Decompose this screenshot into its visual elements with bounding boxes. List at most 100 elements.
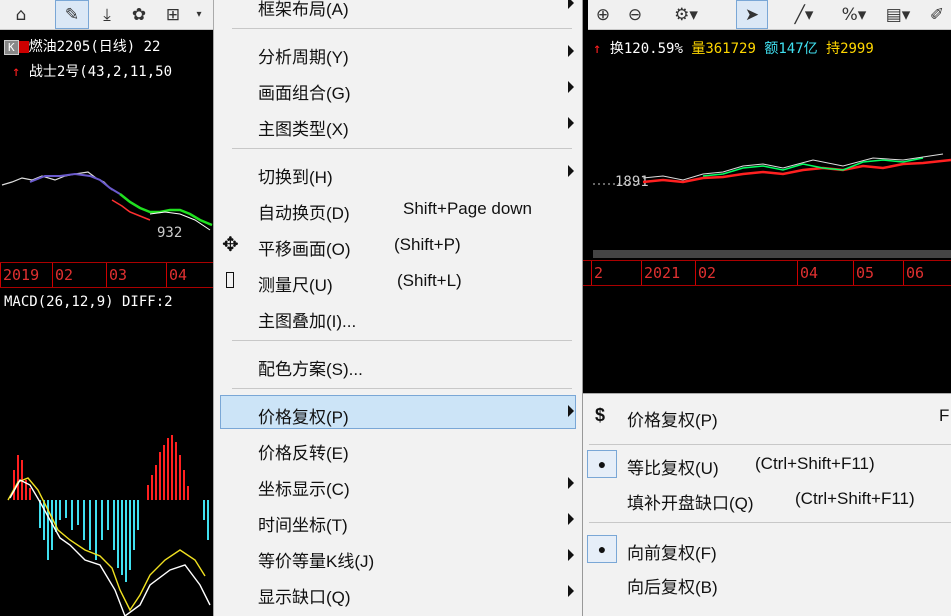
zoom-in-icon[interactable]: ⊕ <box>592 0 614 29</box>
ruler-icon <box>226 272 234 288</box>
submenu-item-fill-gap[interactable]: 填补开盘缺口(Q) (Ctrl+Shift+F11) <box>583 482 951 516</box>
timeline-label: 06 <box>903 261 924 285</box>
timeline-label: 04 <box>166 263 187 287</box>
timeline-label: 05 <box>853 261 874 285</box>
menu-item-measure-ruler[interactable]: 测量尺(U) (Shift+L) <box>214 264 582 298</box>
submenu-item-label: 等比复权(U) <box>627 459 719 478</box>
menu-item-time-axis[interactable]: 时间坐标(T) <box>214 504 582 538</box>
context-menu: 框架布局(A) 分析周期(Y) 画面组合(G) 主图类型(X) 切换到(H) 自… <box>213 0 583 616</box>
submenu-item-forward-adjust[interactable]: ● 向前复权(F) <box>583 532 951 566</box>
menu-item-shortcut: Shift+Page down <box>403 199 533 218</box>
home-icon[interactable]: ⌂ <box>6 0 36 29</box>
pan-icon: ✥ <box>222 234 239 256</box>
timeline-label: 02 <box>695 261 716 285</box>
scrollbar[interactable] <box>593 250 951 258</box>
menu-item-price-invert[interactable]: 价格反转(E) <box>214 432 582 466</box>
menu-item-label: 框架布局(A) <box>258 0 349 19</box>
grid-dropdown-icon[interactable]: ▾ <box>191 0 207 29</box>
menu-item-label: 测量尺(U) <box>258 276 333 295</box>
menu-item-price-adjust[interactable]: 价格复权(P) <box>220 395 576 429</box>
menu-item-label: 主图类型(X) <box>258 120 349 139</box>
turnover-rate: 换120.59% <box>609 41 683 57</box>
menu-item-coord-display[interactable]: 坐标显示(C) <box>214 468 582 502</box>
settings-icon[interactable]: ⚙▾ <box>668 0 704 29</box>
menu-item-label: 切换到(H) <box>258 168 333 187</box>
timeline-label: 03 <box>106 263 127 287</box>
indicator-label: 战士2号(43,2,11,50 <box>28 64 173 80</box>
menu-item-equivolume[interactable]: 等价等量K线(J) <box>214 540 582 574</box>
menu-item-frame-layout[interactable]: 框架布局(A) <box>214 0 582 22</box>
line-tool-icon[interactable]: ╱▾ <box>784 0 824 29</box>
submenu-arrow-icon <box>568 477 574 489</box>
menu-item-show-gaps[interactable]: 显示缺口(Q) <box>214 576 582 610</box>
menu-item-analysis-period[interactable]: 分析周期(Y) <box>214 36 582 70</box>
submenu-arrow-icon <box>568 117 574 129</box>
macd-chart <box>7 435 211 616</box>
indicator-line: ↑ 战士2号(43,2,11,50 <box>12 61 172 81</box>
table-icon[interactable]: ▤▾ <box>878 0 918 29</box>
menu-item-label: 等价等量K线(J) <box>258 552 375 571</box>
submenu-arrow-icon <box>568 165 574 177</box>
menu-item-auto-page[interactable]: 自动换页(D) Shift+Page down <box>214 192 582 226</box>
submenu-item-price-adjust[interactable]: $ 价格复权(P) F <box>583 399 951 433</box>
menu-item-screen-combo[interactable]: 画面组合(G) <box>214 72 582 106</box>
menu-item-label: 自动换页(D) <box>258 204 350 223</box>
instrument-title: 燃油2205(日线) 22 <box>28 39 161 55</box>
menu-item-label: 画面组合(G) <box>258 84 351 103</box>
check-dot-icon: ● <box>587 450 617 478</box>
menu-item-label: 分析周期(Y) <box>258 48 349 67</box>
submenu-arrow-icon <box>568 585 574 597</box>
grid-icon[interactable]: ⊞ <box>160 0 186 29</box>
menu-item-label: 主图叠加(I)... <box>258 312 357 331</box>
gear-icon[interactable]: ✿ <box>125 0 153 29</box>
up-arrow-icon: ↑ <box>12 64 21 80</box>
menu-item-switch-to[interactable]: 切换到(H) <box>214 156 582 190</box>
menu-separator <box>589 522 951 523</box>
right-price-chart: 1891 <box>593 153 951 190</box>
submenu-item-backward-adjust[interactable]: 向后复权(B) <box>583 566 951 600</box>
submenu-item-label: 向前复权(F) <box>627 544 717 563</box>
menu-item-label: 时间坐标(T) <box>258 516 348 535</box>
menu-separator <box>232 28 572 29</box>
menu-item-overlay[interactable]: 主图叠加(I)... <box>214 300 582 334</box>
dollar-icon: $ <box>595 405 606 425</box>
menu-item-label: 平移画面(O) <box>258 240 351 259</box>
download-icon[interactable]: ⤓ <box>94 0 120 29</box>
cursor-icon[interactable]: ➤ <box>736 0 768 29</box>
submenu-item-label: 填补开盘缺口(Q) <box>627 494 754 513</box>
menu-item-pan-screen[interactable]: ✥ 平移画面(O) (Shift+P) <box>214 228 582 262</box>
menu-item-label: 价格复权(P) <box>258 408 349 427</box>
menu-item-color-scheme[interactable]: 配色方案(S)... <box>214 348 582 382</box>
percent-icon[interactable]: %▾ <box>836 0 872 29</box>
right-chart-stats: ↑ 换120.59% 量361729 额147亿 持2999 <box>593 38 874 58</box>
menu-item-label: 价格反转(E) <box>258 444 349 463</box>
timeline-label: 2021 <box>641 261 680 285</box>
macd-label: MACD(26,12,9) DIFF:2 <box>4 294 173 310</box>
timeline-label: 04 <box>797 261 818 285</box>
up-arrow-icon: ↑ <box>593 41 602 57</box>
submenu-item-shortcut: (Ctrl+Shift+F11) <box>795 489 915 508</box>
menu-item-main-chart-type[interactable]: 主图类型(X) <box>214 108 582 142</box>
zoom-out-icon[interactable]: ⊖ <box>624 0 646 29</box>
position-value: 持2999 <box>826 41 874 57</box>
toolbar-right: ⊕ ⊖ ⚙▾ ➤ ╱▾ %▾ ▤▾ ✐ <box>588 0 951 30</box>
right-chart[interactable]: ↑ 换120.59% 量361729 额147亿 持2999 1891 2 20… <box>583 30 951 393</box>
ruler-icon[interactable]: ✎ <box>55 0 89 29</box>
menu-separator <box>232 148 572 149</box>
menu-item-label: 配色方案(S)... <box>258 360 363 379</box>
submenu-arrow-icon <box>568 81 574 93</box>
submenu-item-ratio-adjust[interactable]: ● 等比复权(U) (Ctrl+Shift+F11) <box>583 447 951 481</box>
amount-value: 额147亿 <box>764 41 818 57</box>
dropdown-icon[interactable] <box>18 41 29 53</box>
left-chart[interactable]: K 燃油2205(日线) 22 ↑ 战士2号(43,2,11,50 932 201… <box>0 30 213 616</box>
k-badge[interactable]: K <box>4 40 19 55</box>
volume-value: 量361729 <box>691 41 756 57</box>
menu-item-shortcut: (Shift+L) <box>397 271 462 290</box>
menu-item-label: 坐标显示(C) <box>258 480 350 499</box>
timeline-label: 2 <box>591 261 603 285</box>
brush-icon[interactable]: ✐ <box>924 0 950 29</box>
submenu-arrow-icon <box>568 45 574 57</box>
timeline-label: 2019 <box>0 263 39 287</box>
right-timeline: 2 2021 02 04 05 06 <box>583 260 951 286</box>
submenu-item-label: 向后复权(B) <box>627 578 718 597</box>
